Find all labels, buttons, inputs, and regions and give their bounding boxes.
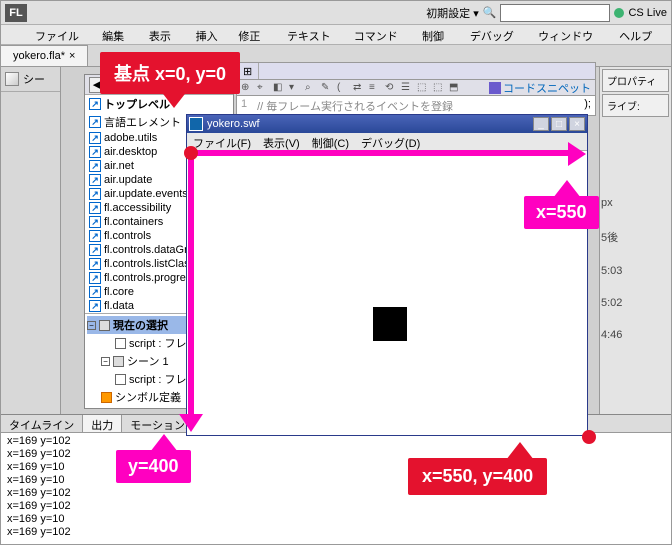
x-axis-arrow: [189, 150, 569, 156]
tool-icon[interactable]: ◧: [273, 82, 285, 94]
package-icon: ↗: [89, 202, 101, 214]
package-icon: ↗: [89, 230, 101, 242]
status-dot-icon: [614, 8, 624, 18]
code-snippets-button[interactable]: コードスニペット: [489, 80, 591, 96]
arrowhead-down-icon: [179, 414, 203, 432]
swf-preview-window: yokero.swf _ □ × ファイル(F) 表示(V) 制御(C) デバッ…: [186, 114, 588, 436]
tool-icon[interactable]: ☰: [401, 82, 413, 94]
tool-icon[interactable]: (: [337, 82, 349, 94]
code-editor[interactable]: 1 // 毎フレーム実行されるイベントを登録 );: [236, 96, 596, 116]
line-number: 1: [241, 98, 247, 113]
swf-menu-view[interactable]: 表示(V): [257, 133, 306, 150]
tool-icon[interactable]: ⟲: [385, 82, 397, 94]
scene-icon: [113, 356, 124, 367]
menu-modify[interactable]: 修正(M): [232, 25, 281, 44]
frame-icon: [115, 374, 126, 385]
nav-forward-icon[interactable]: ▶: [107, 77, 123, 93]
package-icon: ↗: [89, 300, 101, 312]
tool-icon[interactable]: ⌕: [305, 82, 317, 94]
package-icon: ↗: [89, 132, 101, 144]
package-icon: ↗: [89, 216, 101, 228]
black-square-shape: [373, 307, 407, 341]
tool-icon[interactable]: ⌖: [257, 82, 269, 94]
tab-output[interactable]: 出力: [83, 415, 122, 432]
package-icon: ↗: [89, 160, 101, 172]
package-icon: ↗: [89, 258, 101, 270]
panel-properties[interactable]: プロパティ: [602, 69, 669, 92]
tool-icon[interactable]: ⇄: [353, 82, 365, 94]
tab-document[interactable]: yokero.fla* ×: [1, 45, 88, 66]
code-comment: // 毎フレーム実行されるイベントを登録: [257, 98, 453, 113]
tab-timeline[interactable]: タイムライン: [1, 415, 83, 432]
menu-window[interactable]: ウィンドウ(W): [532, 25, 613, 44]
package-icon: ↗: [89, 188, 101, 200]
tree-collapse-icon[interactable]: −: [101, 357, 110, 366]
maximize-button[interactable]: □: [551, 117, 567, 131]
search-icon: 🔍: [483, 6, 497, 19]
output-area[interactable]: x=169 y=102 x=169 y=102 x=169 y=10 x=169…: [1, 433, 671, 544]
menu-file[interactable]: ファイル(F): [29, 25, 96, 44]
package-icon: ↗: [89, 146, 101, 158]
code-doc-icons: ⊞: [236, 62, 596, 80]
top-bar: FL 初期設定 ▾ 🔍 CS Live: [1, 1, 671, 25]
package-icon: ↗: [89, 116, 101, 128]
menu-edit[interactable]: 編集(E): [96, 25, 143, 44]
package-icon: ↗: [89, 98, 101, 110]
close-icon[interactable]: ×: [69, 50, 75, 62]
tool-icon[interactable]: ⬚: [417, 82, 429, 94]
doc-icon[interactable]: ⊞: [237, 63, 259, 79]
scene-panel: シー: [1, 67, 61, 414]
arrowhead-right-icon: [568, 142, 586, 166]
scene-label[interactable]: シー: [1, 67, 60, 92]
frame-icon: [115, 338, 126, 349]
menubar: ファイル(F) 編集(E) 表示(V) 挿入(I) 修正(M) テキスト(T) …: [1, 25, 671, 45]
package-icon: ↗: [89, 244, 101, 256]
symbol-icon: [101, 392, 112, 403]
tree-item[interactable]: シンボル定義: [115, 389, 181, 405]
y-axis-arrow: [188, 150, 194, 415]
scene-icon: [5, 72, 19, 86]
swf-menu-debug[interactable]: デバッグ(D): [355, 133, 426, 150]
menu-view[interactable]: 表示(V): [143, 25, 190, 44]
swf-stage[interactable]: [187, 151, 587, 435]
tool-icon[interactable]: ⬒: [449, 82, 461, 94]
package-icon: ↗: [89, 174, 101, 186]
code-toolbar: ⊕ ⌖ ◧ ▾ ⌕ ✎ ( ⇄ ≡ ⟲ ☰ ⬚ ⬚ ⬒ コードスニペット: [236, 80, 596, 96]
menu-text[interactable]: テキスト(T): [281, 25, 348, 44]
close-button[interactable]: ×: [569, 117, 585, 131]
swf-titlebar[interactable]: yokero.swf _ □ ×: [187, 115, 587, 133]
list-item[interactable]: ↗トップレベル: [85, 95, 233, 113]
menu-help[interactable]: ヘルプ(H): [613, 25, 671, 44]
selection-icon: [99, 320, 110, 331]
snippet-icon: [489, 82, 501, 94]
right-panel: プロパティ ライブ: px 5後 5:03 5:02 4:46: [599, 67, 671, 414]
cs-live-button[interactable]: CS Live: [614, 7, 667, 19]
minimize-button[interactable]: _: [533, 117, 549, 131]
nav-back-icon[interactable]: ◀: [89, 77, 105, 93]
tool-icon[interactable]: ⬚: [433, 82, 445, 94]
flash-file-icon: [189, 117, 203, 131]
menu-command[interactable]: コマンド(C): [348, 25, 416, 44]
search-input[interactable]: [500, 4, 610, 22]
tree-item[interactable]: シーン 1: [127, 353, 169, 369]
package-icon: ↗: [89, 286, 101, 298]
menu-control[interactable]: 制御(O): [416, 25, 464, 44]
workspace-dropdown[interactable]: 初期設定 ▾: [426, 5, 479, 21]
panel-library[interactable]: ライブ:: [602, 94, 669, 117]
tree-collapse-icon[interactable]: −: [87, 321, 96, 330]
menu-insert[interactable]: 挿入(I): [190, 25, 233, 44]
app-logo: FL: [5, 4, 27, 22]
tool-icon[interactable]: ✎: [321, 82, 333, 94]
package-icon: ↗: [89, 272, 101, 284]
swf-menu-control[interactable]: 制御(C): [306, 133, 355, 150]
swf-menubar: ファイル(F) 表示(V) 制御(C) デバッグ(D): [187, 133, 587, 151]
code-text: );: [584, 98, 591, 113]
tool-icon[interactable]: ▾: [289, 82, 301, 94]
swf-menu-file[interactable]: ファイル(F): [187, 133, 257, 150]
menu-debug[interactable]: デバッグ(D): [464, 25, 532, 44]
tool-icon[interactable]: ≡: [369, 82, 381, 94]
property-values: px 5後 5:03 5:02 4:46: [601, 177, 667, 361]
tool-icon[interactable]: ⊕: [241, 82, 253, 94]
